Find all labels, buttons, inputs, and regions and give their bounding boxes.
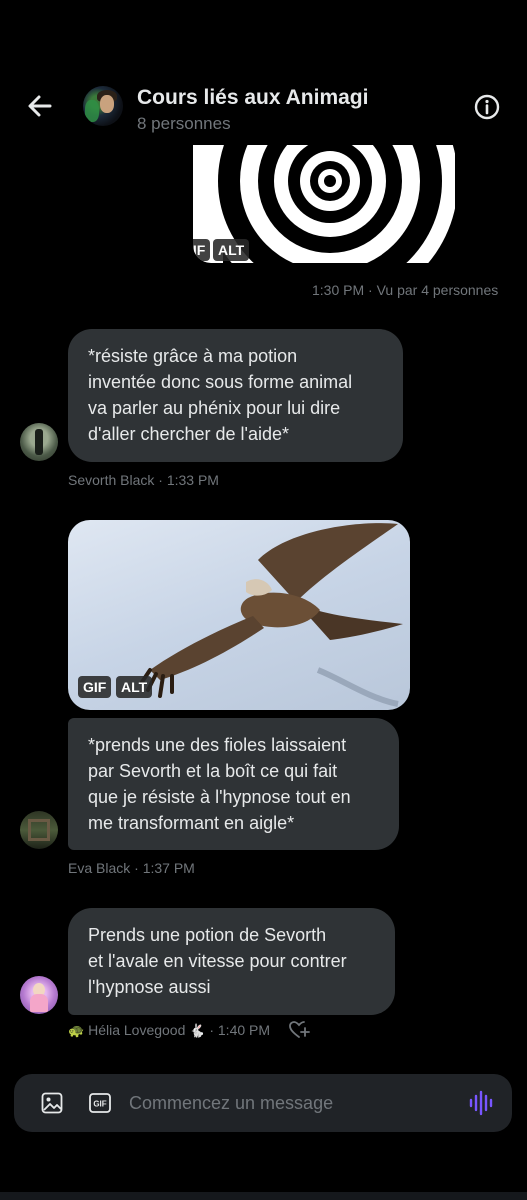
message-meta: 🐢 Hélia Lovegood 🐇 · 1:40 PM	[68, 1022, 270, 1039]
message-meta: Eva Black · 1:37 PM	[68, 860, 195, 876]
message-timestamp: 1:30 PM · Vu par 4 personnes	[312, 282, 499, 298]
gif-icon[interactable]: GIF	[88, 1091, 112, 1115]
add-reaction-icon[interactable]	[288, 1020, 310, 1040]
alt-badge[interactable]: ALT	[116, 676, 153, 698]
message-bubble[interactable]: *prends une des fioles laissaient par Se…	[68, 718, 399, 850]
sender-avatar[interactable]	[20, 811, 58, 849]
bottom-navigation-edge	[0, 1192, 527, 1200]
voice-wave-icon[interactable]	[468, 1090, 494, 1116]
gif-badge: GIF	[78, 676, 112, 698]
conversation-title[interactable]: Cours liés aux Animagi	[137, 86, 368, 110]
eagle-gif[interactable]: GIF ALT	[68, 520, 410, 710]
rabbit-emoji-icon: 🐇	[189, 1023, 206, 1038]
conversation-header: Cours liés aux Animagi 8 personnes	[0, 0, 527, 145]
back-arrow-icon[interactable]	[22, 88, 58, 124]
group-avatar[interactable]	[83, 86, 123, 126]
alt-badge[interactable]: ALT	[213, 239, 250, 261]
info-icon[interactable]	[474, 94, 500, 120]
message-time: · 1:40 PM	[209, 1022, 271, 1038]
image-icon[interactable]	[40, 1091, 64, 1115]
member-count[interactable]: 8 personnes	[137, 114, 231, 134]
sender-avatar[interactable]	[20, 423, 58, 461]
message-composer[interactable]: GIF Commencez un message	[14, 1074, 512, 1132]
message-bubble[interactable]: Prends une potion de Sevorth et l'avale …	[68, 908, 395, 1015]
sender-avatar[interactable]	[20, 976, 58, 1014]
message-input[interactable]: Commencez un message	[129, 1093, 333, 1114]
spiral-gif[interactable]: GIF ALT	[193, 145, 506, 263]
sender-name: Hélia Lovegood	[88, 1022, 186, 1038]
turtle-emoji-icon: 🐢	[68, 1023, 85, 1038]
message-meta: Sevorth Black · 1:33 PM	[68, 472, 219, 488]
svg-text:GIF: GIF	[93, 1100, 106, 1109]
gif-badge: GIF	[193, 239, 211, 261]
message-bubble[interactable]: *résiste grâce à ma potion inventée donc…	[68, 329, 403, 462]
